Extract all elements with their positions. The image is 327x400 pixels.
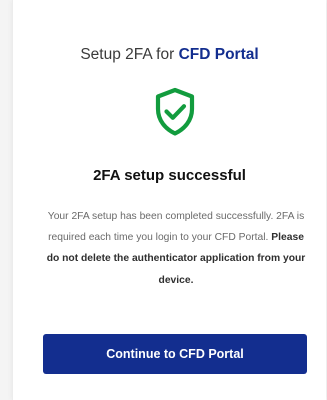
- page-title: Setup 2FA for CFD Portal: [13, 46, 326, 64]
- brand-name: CFD Portal: [178, 46, 259, 63]
- setup-2fa-card: Setup 2FA for CFD Portal 2FA setup succe…: [12, 0, 326, 400]
- shield-check-icon: [154, 87, 196, 137]
- continue-button[interactable]: Continue to CFD Portal: [43, 334, 307, 374]
- success-description: Your 2FA setup has been completed succes…: [43, 206, 309, 291]
- success-heading: 2FA setup successful: [93, 167, 246, 184]
- title-prefix: Setup 2FA for: [80, 46, 175, 63]
- description-text: Your 2FA setup has been completed succes…: [47, 211, 305, 244]
